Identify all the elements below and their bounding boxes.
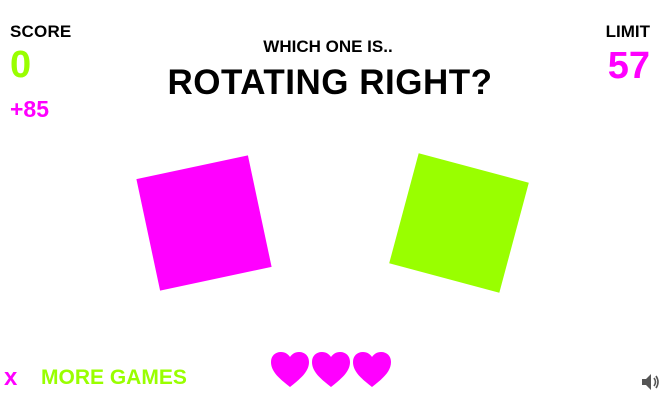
lives-hearts [270, 351, 392, 391]
heart-icon [353, 352, 391, 387]
heart-icon [312, 352, 350, 387]
prompt-subtitle: WHICH ONE IS.. [263, 37, 393, 56]
choice-magenta-square[interactable] [136, 155, 272, 291]
choice-lime-square[interactable] [389, 153, 529, 293]
speaker-icon[interactable] [641, 373, 661, 391]
close-icon[interactable]: x [4, 366, 17, 390]
game-stage: SCORE 0 +85 LIMIT 57 WHICH ONE IS.. ROTA… [0, 0, 670, 411]
prompt-question: ROTATING RIGHT? [167, 63, 493, 102]
heart-icon [271, 352, 309, 387]
more-games-link[interactable]: MORE GAMES [41, 367, 187, 388]
